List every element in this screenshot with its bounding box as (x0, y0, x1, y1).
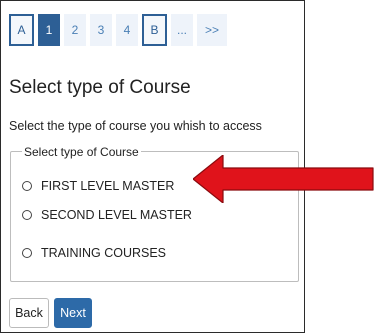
radio-button-icon[interactable] (22, 210, 32, 220)
page-link-next[interactable]: >> (197, 14, 227, 46)
radio-button-icon[interactable] (22, 248, 32, 258)
radio-label: TRAINING COURSES (41, 246, 167, 260)
radio-label: FIRST LEVEL MASTER (41, 179, 175, 193)
page-link-a[interactable]: A (9, 14, 34, 46)
page-title: Select type of Course (9, 77, 191, 98)
red-arrow-icon (193, 155, 374, 203)
radio-training-courses[interactable]: TRAINING COURSES (22, 246, 166, 260)
page-link-2[interactable]: 2 (64, 14, 86, 46)
radio-first-level-master[interactable]: FIRST LEVEL MASTER (22, 179, 174, 193)
page-link-ellipsis[interactable]: ... (171, 14, 193, 46)
pagination: A 1 2 3 4 B ... >> (9, 14, 231, 46)
page-link-b[interactable]: B (142, 14, 167, 46)
next-button[interactable]: Next (54, 298, 92, 328)
radio-second-level-master[interactable]: SECOND LEVEL MASTER (22, 208, 192, 222)
radio-button-icon[interactable] (22, 181, 32, 191)
page-subtitle: Select the type of course you whish to a… (9, 119, 262, 133)
radio-label: SECOND LEVEL MASTER (41, 208, 192, 222)
page-link-3[interactable]: 3 (90, 14, 112, 46)
page-link-4[interactable]: 4 (116, 14, 138, 46)
back-button[interactable]: Back (9, 298, 49, 328)
page-link-1[interactable]: 1 (38, 14, 60, 46)
course-type-legend: Select type of Course (22, 145, 141, 159)
